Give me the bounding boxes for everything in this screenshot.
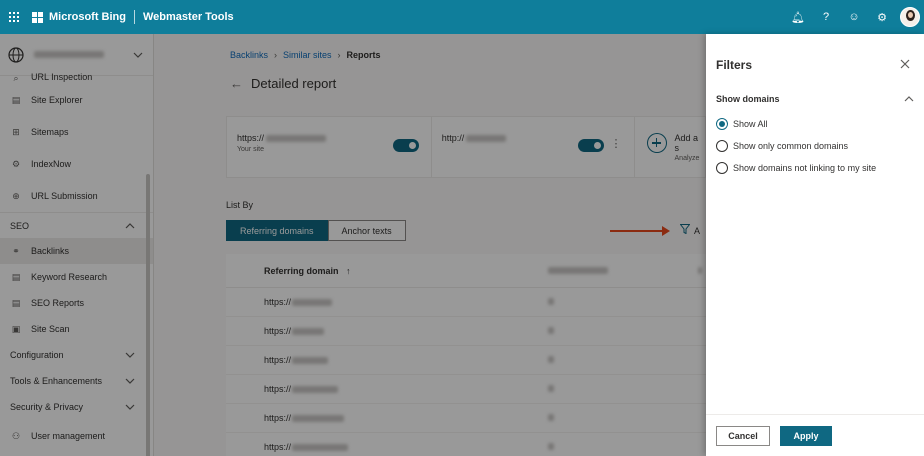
notifications-button[interactable]: 🔔︎ (784, 0, 812, 34)
radio-show-not-linking[interactable]: Show domains not linking to my site (716, 157, 876, 179)
top-bar: Microsoft Bing Webmaster Tools 🔔︎ ? ☺ ⚙ (0, 0, 924, 34)
radio-button[interactable] (716, 118, 728, 130)
help-button[interactable]: ? (812, 0, 840, 34)
modal-overlay[interactable] (0, 34, 706, 456)
close-icon (900, 59, 910, 69)
radio-label: Show All (733, 119, 768, 129)
product-name[interactable]: Webmaster Tools (143, 11, 234, 23)
settings-button[interactable]: ⚙ (868, 0, 896, 34)
apply-button[interactable]: Apply (780, 425, 832, 446)
radio-label: Show only common domains (733, 141, 849, 151)
radio-show-common[interactable]: Show only common domains (716, 135, 876, 157)
show-domains-header[interactable]: Show domains (716, 94, 914, 104)
section-label: Show domains (716, 94, 780, 104)
microsoft-logo-icon (32, 11, 43, 23)
close-button[interactable] (900, 58, 910, 72)
show-domains-options: Show All Show only common domains Show d… (716, 113, 876, 179)
radio-button[interactable] (716, 140, 728, 152)
panel-title: Filters (716, 58, 753, 72)
header-divider (134, 10, 135, 24)
smiley-icon: ☺ (848, 11, 860, 23)
radio-label: Show domains not linking to my site (733, 163, 877, 173)
panel-footer: Cancel Apply (706, 414, 924, 456)
filters-panel: Filters Show domains Show All Show only … (706, 34, 924, 456)
bell-icon: 🔔︎ (791, 11, 805, 24)
avatar[interactable] (900, 7, 920, 27)
brand-name[interactable]: Microsoft Bing (49, 11, 126, 23)
app-launcher-button[interactable] (0, 0, 28, 34)
cancel-button[interactable]: Cancel (716, 425, 770, 446)
radio-button[interactable] (716, 162, 728, 174)
waffle-icon (9, 12, 19, 22)
chevron-up-icon (904, 94, 914, 104)
feedback-button[interactable]: ☺ (840, 0, 868, 34)
help-icon: ? (822, 11, 830, 23)
radio-show-all[interactable]: Show All (716, 113, 876, 135)
gear-icon: ⚙ (877, 11, 887, 24)
